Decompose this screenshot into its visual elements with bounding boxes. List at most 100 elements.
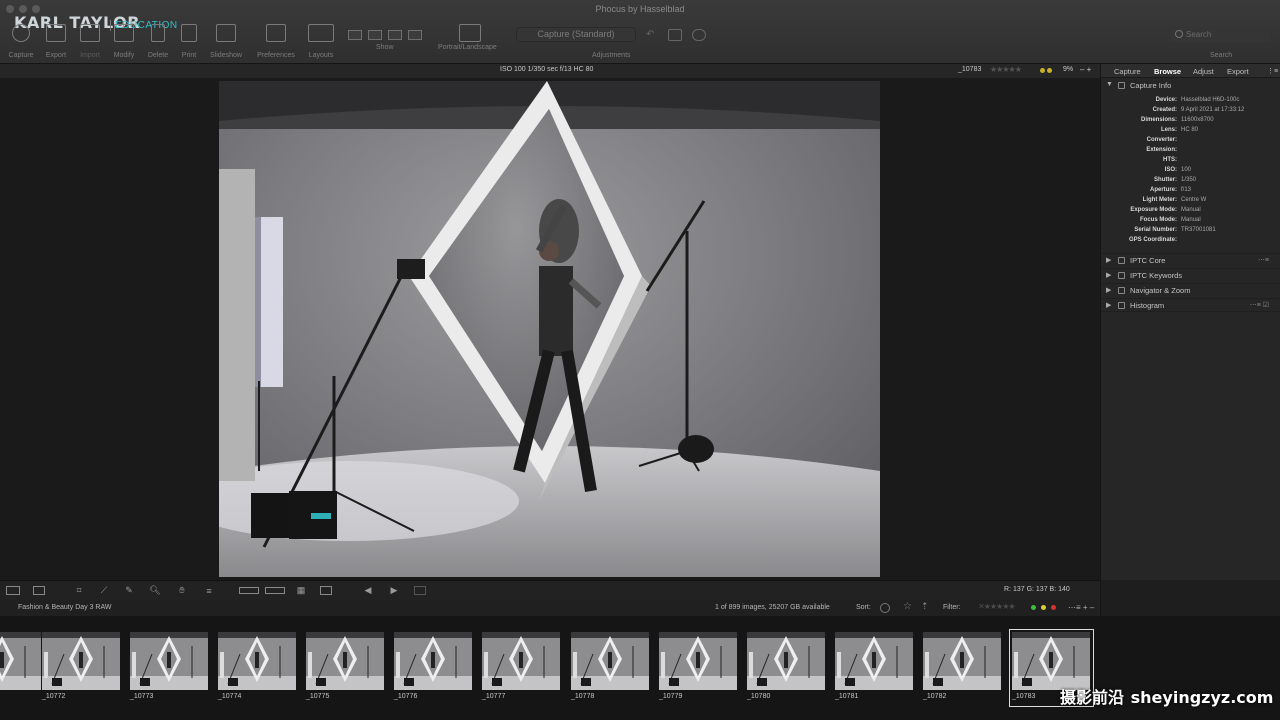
zoom-tool[interactable]: 🔍︎ (147, 584, 163, 597)
iptc-keywords-header[interactable]: ▶ IPTC Keywords (1101, 268, 1280, 282)
adjust-reset-icon[interactable] (692, 29, 706, 41)
overlay-icon (239, 587, 259, 594)
film-thumbnail[interactable] (482, 632, 560, 690)
film-thumbnail[interactable] (394, 632, 472, 690)
film-thumbnail[interactable] (306, 632, 384, 690)
show-filmstrip-icon[interactable] (388, 30, 402, 40)
capture-info-header[interactable]: ▼ Capture Info (1101, 79, 1280, 93)
capture-info-row: ISO: 100 (1101, 167, 1280, 177)
filter-options-icon[interactable]: ⋯≡ + – (1068, 603, 1094, 612)
capture-info-key: Created: (1152, 107, 1177, 113)
panel-menu-icon[interactable]: ⋮≡ (1267, 67, 1278, 75)
dual-view-button[interactable] (5, 584, 21, 597)
export-icon (46, 24, 66, 42)
show-single-icon[interactable] (348, 30, 362, 40)
iptc-core-header[interactable]: ▶ IPTC Core ⋯≡ (1101, 253, 1280, 267)
current-folder: Fashion & Beauty Day 3 RAW (18, 604, 112, 611)
image-info-bar: ISO 100 1/350 sec f/13 HC 80 _10783 ★★★★… (0, 64, 1100, 78)
grid-button[interactable]: ▦ (293, 584, 309, 597)
crop-tool[interactable]: ⌗ (71, 584, 87, 597)
capture-info-value: Hasselblad H6D-100c (1181, 97, 1240, 103)
preferences-button[interactable]: Preferences (256, 22, 296, 62)
hand-icon: ✋︎ (179, 585, 185, 595)
straighten-tool[interactable]: ⟋ (96, 584, 112, 597)
image-viewer (0, 78, 1100, 580)
overlay-button-1[interactable] (238, 584, 260, 597)
film-thumbnail[interactable] (218, 632, 296, 690)
navigator-zoom-header[interactable]: ▶ Navigator & Zoom (1101, 283, 1280, 297)
tab-browse[interactable]: Browse (1154, 67, 1181, 76)
capture-info-value: 9 April 2021 at 17:33:12 (1181, 107, 1245, 113)
capture-info-row: Exposure Mode: Manual (1101, 207, 1280, 217)
rating-stars[interactable]: ★★★★★ (990, 65, 1022, 74)
show-grid-icon[interactable] (368, 30, 382, 40)
color-tag-yellow-2[interactable] (1047, 68, 1052, 73)
show-list-icon[interactable] (408, 30, 422, 40)
tab-capture[interactable]: Capture (1114, 67, 1141, 76)
film-thumbnail[interactable] (42, 632, 120, 690)
film-thumbnail[interactable] (923, 632, 1001, 690)
search-input[interactable]: Search (1170, 27, 1270, 42)
sort-direction-icon[interactable]: ⇡ (921, 601, 931, 611)
capture-info-value: Centre W (1181, 197, 1207, 203)
hand-tool[interactable]: ✋︎ (174, 584, 190, 597)
section-options-icon[interactable]: ⋯≡ ☑ (1250, 301, 1269, 309)
browser-bar: Fashion & Beauty Day 3 RAW 1 of 899 imag… (0, 600, 1100, 616)
main-photo[interactable] (219, 81, 880, 577)
capture-info-key: Focus Mode: (1140, 217, 1177, 223)
capture-button[interactable]: Capture (1, 22, 41, 62)
film-thumbnail[interactable] (835, 632, 913, 690)
film-thumbnail[interactable] (659, 632, 737, 690)
next-image-button[interactable]: ▶ (386, 584, 402, 597)
layouts-button[interactable]: Layouts (301, 22, 341, 62)
mask-button[interactable] (318, 584, 334, 597)
printer-icon (181, 24, 197, 42)
adjust-undo-icon[interactable]: ↶ (646, 29, 660, 41)
more-tools-button[interactable]: ≡ (201, 584, 217, 597)
film-thumbnail[interactable] (747, 632, 825, 690)
print-button[interactable]: Print (169, 22, 209, 62)
layouts-label: Layouts (308, 52, 334, 59)
filter-stars[interactable]: ✕★★★★★ (978, 602, 1016, 611)
compare-button[interactable] (412, 584, 428, 597)
filter-green-dot[interactable] (1031, 605, 1036, 610)
section-icon (1118, 287, 1125, 294)
print-label: Print (181, 52, 197, 59)
capture-info-key: Shutter: (1154, 177, 1177, 183)
film-thumbnail[interactable] (130, 632, 208, 690)
film-thumbnail[interactable] (571, 632, 649, 690)
sort-star-icon[interactable]: ☆ (903, 601, 913, 612)
sort-clock-icon[interactable] (880, 603, 890, 613)
filter-yellow-dot[interactable] (1041, 605, 1046, 610)
capture-info-row: Extension: (1101, 147, 1280, 157)
film-thumbnail-label: _10779 (659, 693, 683, 700)
section-icon (1118, 302, 1125, 309)
film-thumbnail-label: _10781 (835, 693, 859, 700)
picker-tool[interactable]: ✎ (121, 584, 137, 597)
exif-summary: ISO 100 1/350 sec f/13 HC 80 (500, 66, 594, 73)
portrait-landscape-button[interactable] (450, 22, 490, 62)
previous-image-button[interactable]: ◀ (360, 584, 376, 597)
slideshow-button[interactable]: Slideshow (206, 22, 246, 62)
capture-mode-select[interactable]: Capture (Standard) (516, 27, 636, 42)
tab-export[interactable]: Export (1227, 67, 1249, 76)
grid-icon: ▦ (296, 585, 306, 595)
import-label: Import (80, 52, 100, 59)
histogram-header[interactable]: ▶ Histogram ⋯≡ ☑ (1101, 298, 1280, 312)
capture-info-value: 11600x8700 (1181, 117, 1214, 123)
section-options-icon[interactable]: ⋯≡ (1258, 256, 1269, 264)
capture-info-value: 1/350 (1181, 177, 1197, 183)
filter-red-dot[interactable] (1051, 605, 1056, 610)
adjustments-label: Adjustments (592, 52, 631, 59)
zoom-controls[interactable]: – + (1080, 65, 1091, 74)
overlay-button-2[interactable] (264, 584, 286, 597)
modify-label: Modify (113, 52, 135, 59)
film-thumbnail-label: _10775 (306, 693, 330, 700)
film-thumbnail-label: _10776 (394, 693, 418, 700)
single-view-button[interactable] (31, 584, 47, 597)
adjust-compare-icon[interactable] (668, 29, 682, 41)
film-thumbnail[interactable] (0, 632, 41, 690)
capture-info-row: Dimensions: 11600x8700 (1101, 117, 1280, 127)
color-tag-yellow[interactable] (1040, 68, 1045, 73)
tab-adjust[interactable]: Adjust (1193, 67, 1214, 76)
